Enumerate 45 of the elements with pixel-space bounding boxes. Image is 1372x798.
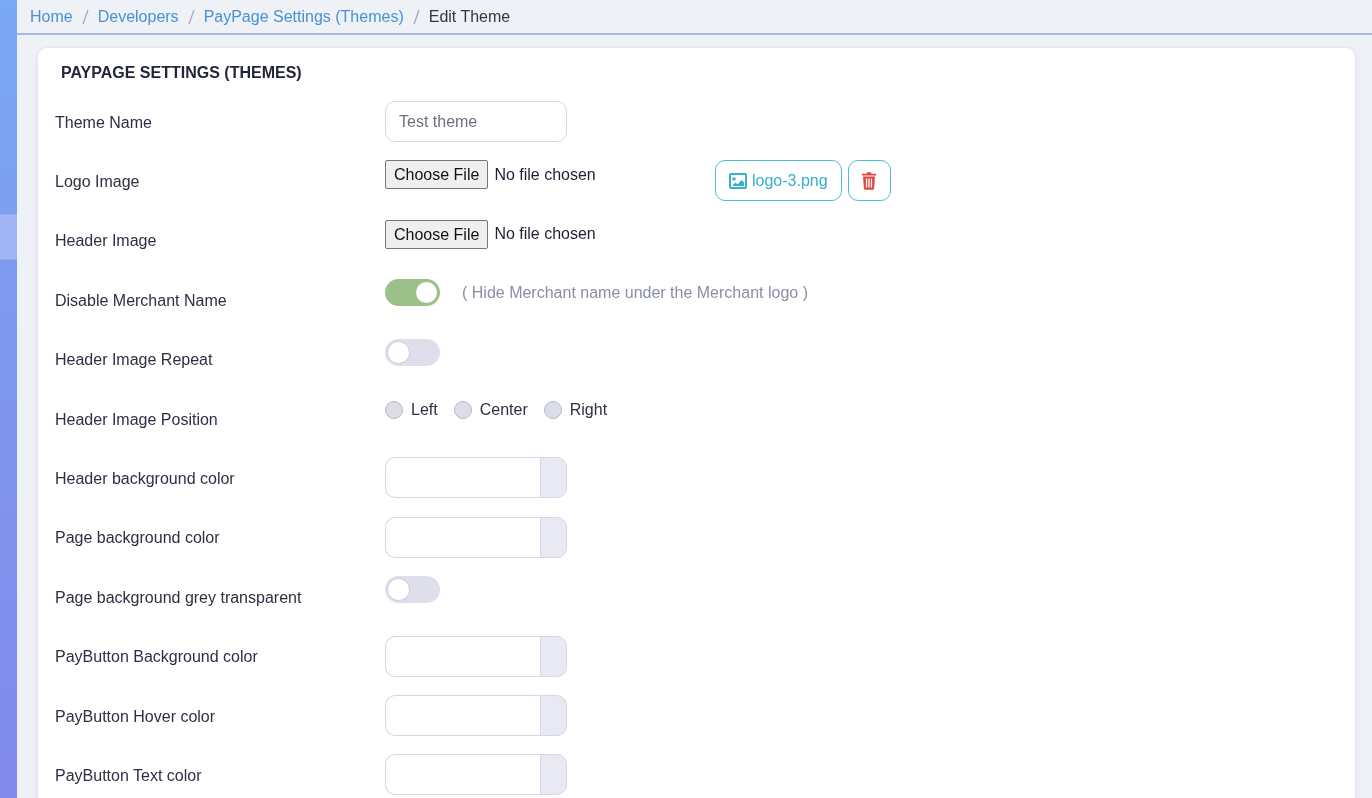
color-picker-button[interactable] xyxy=(540,754,567,796)
color-picker-button[interactable] xyxy=(540,457,567,499)
choose-file-button[interactable]: Choose File xyxy=(385,219,489,249)
field-label: PayButton Hover color xyxy=(55,706,217,727)
color-input-field[interactable] xyxy=(385,516,540,558)
radio-button[interactable] xyxy=(385,401,403,420)
toggle-switch[interactable] xyxy=(385,338,440,366)
field-label: Header Image Repeat xyxy=(55,350,214,371)
toggle-switch[interactable] xyxy=(385,279,440,307)
radio-button[interactable] xyxy=(543,401,562,420)
field-label: Page background color xyxy=(55,528,221,549)
color-picker-button[interactable] xyxy=(540,635,567,677)
color-input-field[interactable] xyxy=(385,754,540,796)
text-input-field[interactable]: Test theme xyxy=(385,101,567,142)
hint-text: ( Hide Merchant name under the Merchant logo ) xyxy=(462,283,808,304)
image-icon xyxy=(729,172,747,189)
color-picker-button[interactable] xyxy=(540,516,567,558)
color-input-field[interactable] xyxy=(385,635,540,677)
color-picker-button[interactable] xyxy=(540,694,567,736)
section-title: PAYPAGE SETTINGS (THEMES) xyxy=(60,63,303,83)
separator-icon xyxy=(187,8,195,25)
radio-button[interactable] xyxy=(453,401,472,420)
color-input-field[interactable] xyxy=(385,694,540,736)
trash-icon xyxy=(862,171,877,190)
choose-file-button[interactable]: Choose File xyxy=(385,160,489,190)
field-label: Header background color xyxy=(55,469,236,490)
field-label: Page background grey transparent xyxy=(55,587,303,608)
radio-label[interactable]: Right xyxy=(569,399,608,422)
color-input-field[interactable] xyxy=(385,457,540,499)
field-label: Logo Image xyxy=(55,172,141,193)
toggle-switch[interactable] xyxy=(385,576,440,604)
radio-label[interactable]: Center xyxy=(479,399,528,422)
delete-button[interactable] xyxy=(847,160,891,202)
file-status-text: No file chosen xyxy=(494,224,596,245)
radio-label[interactable]: Left xyxy=(411,399,438,422)
file-status-text: No file chosen xyxy=(494,164,596,185)
separator-icon xyxy=(412,8,420,25)
field-label: PayButton Background color xyxy=(55,647,259,668)
breadcrumb-current: Edit Theme xyxy=(428,6,511,27)
separator-icon xyxy=(81,8,89,25)
field-label: PayButton Text color xyxy=(55,766,203,786)
field-label: Header Image xyxy=(55,231,158,252)
field-label: Disable Merchant Name xyxy=(55,290,228,311)
field-label: Header Image Position xyxy=(55,409,219,430)
field-label: Theme Name xyxy=(55,112,153,133)
